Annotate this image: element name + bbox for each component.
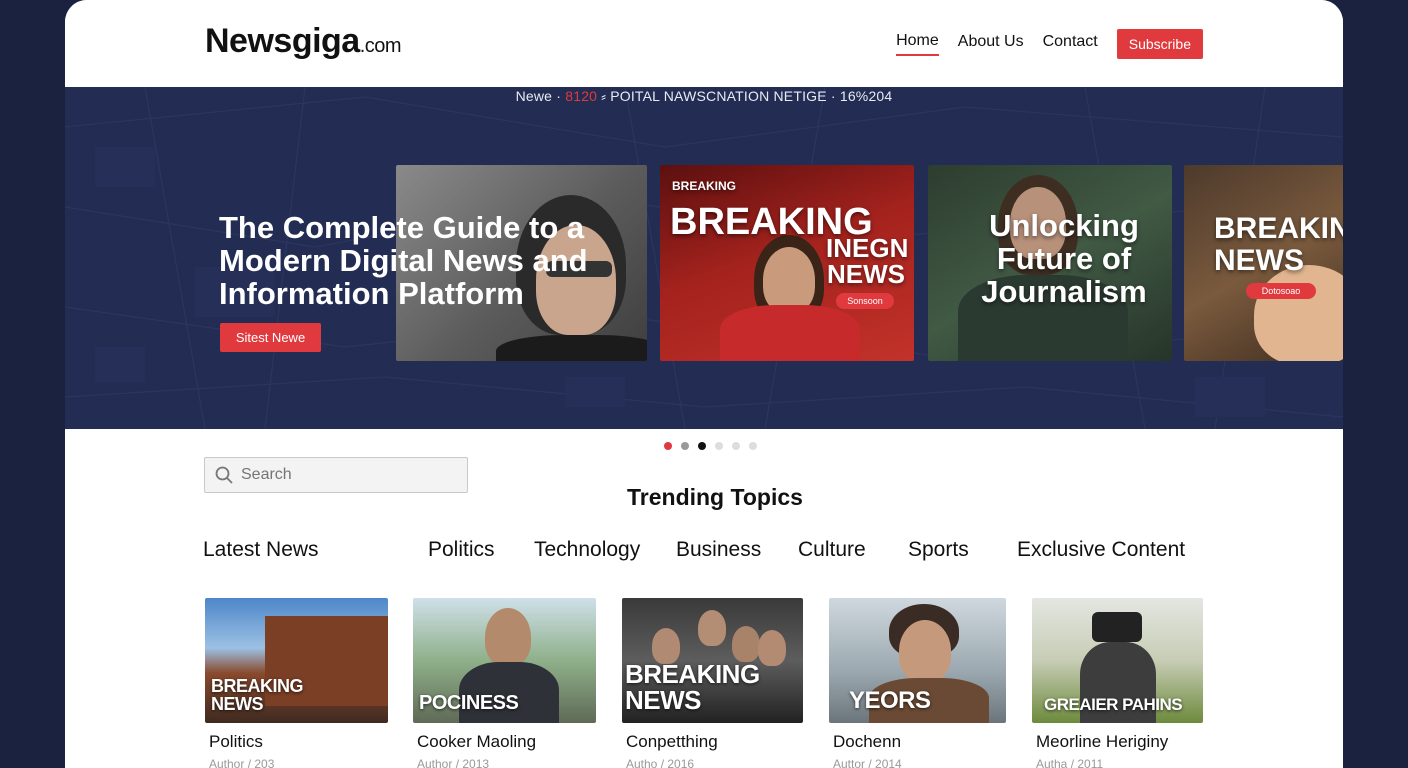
- card-tag: BREAKING: [672, 179, 737, 193]
- hero-card-journalism[interactable]: Unlocking Future of Journalism: [928, 165, 1172, 361]
- figure-face: [763, 247, 815, 313]
- carousel-dot[interactable]: [749, 442, 757, 450]
- hero-banner: Newe · 8120 ⸗ POITAL NAWSCNATION NETIGE …: [65, 87, 1343, 429]
- nav-contact-link[interactable]: Contact: [1043, 33, 1098, 55]
- article-title[interactable]: Conpetthing: [626, 732, 803, 752]
- figure-face: [698, 610, 726, 646]
- category-business[interactable]: Business: [676, 538, 761, 562]
- article-card[interactable]: BREAKING NEWS Conpetthing Autho / 2016: [622, 598, 803, 768]
- card-subheadline: INEGN NEWS: [826, 233, 909, 289]
- article-card[interactable]: BREAKING NEWS Politics Author / 203: [205, 598, 388, 768]
- subscribe-button[interactable]: Subscribe: [1116, 29, 1203, 59]
- site-logo[interactable]: Newsgiga.com: [205, 22, 402, 61]
- nav-home-link[interactable]: Home: [896, 32, 939, 56]
- ticker-prefix: Newe ·: [515, 88, 566, 104]
- card-headline: BREAKING NEWS: [1214, 212, 1343, 277]
- article-overlay: YEORS: [849, 687, 931, 714]
- article-meta: Autho / 2016: [626, 757, 695, 768]
- category-latest-news[interactable]: Latest News: [203, 538, 319, 562]
- article-meta: Autha / 2011: [1036, 757, 1104, 768]
- article-image[interactable]: BREAKING NEWS: [205, 598, 388, 723]
- trending-title: Trending Topics: [627, 484, 803, 510]
- article-image[interactable]: GREAIER PAHINS: [1032, 598, 1203, 723]
- category-technology[interactable]: Technology: [534, 538, 640, 562]
- category-nav: Latest News Politics Technology Business…: [65, 538, 1343, 568]
- category-culture[interactable]: Culture: [798, 538, 866, 562]
- figure-face: [485, 608, 531, 666]
- search-input[interactable]: [241, 466, 461, 484]
- article-card[interactable]: POCINESS Cooker Maoling Author / 2013: [413, 598, 596, 768]
- article-overlay: GREAIER PAHINS: [1044, 695, 1183, 714]
- article-meta: Author / 203: [209, 757, 275, 768]
- category-exclusive-content[interactable]: Exclusive Content: [1017, 538, 1185, 562]
- hero-card-breaking-news[interactable]: BREAKING NEWS Dotosoao: [1184, 165, 1343, 361]
- main-nav: Home About Us Contact Subscribe: [896, 29, 1203, 59]
- article-image[interactable]: YEORS: [829, 598, 1006, 723]
- figure-jacket: [720, 305, 860, 361]
- card-headline: Unlocking Future of Journalism: [981, 208, 1147, 309]
- carousel-dot[interactable]: [681, 442, 689, 450]
- article-title[interactable]: Politics: [209, 732, 388, 752]
- carousel-dot-active[interactable]: [698, 442, 706, 450]
- article-overlay: BREAKING NEWS: [211, 676, 304, 714]
- nav-about-link[interactable]: About Us: [958, 33, 1024, 55]
- article-meta: Auttor / 2014: [833, 757, 902, 768]
- hero-title: The Complete Guide to a Modern Digital N…: [219, 210, 588, 311]
- article-image[interactable]: POCINESS: [413, 598, 596, 723]
- carousel-dots: [664, 442, 757, 450]
- carousel-dot[interactable]: [664, 442, 672, 450]
- figure-face: [899, 620, 951, 682]
- search-icon: [215, 466, 233, 484]
- article-overlay: BREAKING NEWS: [625, 659, 760, 715]
- category-sports[interactable]: Sports: [908, 538, 969, 562]
- article-title[interactable]: Meorline Heriginy: [1036, 732, 1203, 752]
- article-card[interactable]: GREAIER PAHINS Meorline Heriginy Autha /…: [1032, 598, 1203, 768]
- article-image[interactable]: BREAKING NEWS: [622, 598, 803, 723]
- ticker-highlight: 8120: [565, 88, 598, 104]
- logo-name: Newsgiga: [205, 22, 360, 60]
- hero-cta-button[interactable]: Sitest Newe: [220, 323, 321, 352]
- site-header: Newsgiga.com Home About Us Contact Subsc…: [65, 0, 1343, 87]
- search-box[interactable]: [204, 457, 468, 493]
- article-card[interactable]: YEORS Dochenn Auttor / 2014: [829, 598, 1006, 768]
- card-pill[interactable]: Sonsoon: [836, 293, 894, 309]
- card-pill[interactable]: Dotosoao: [1246, 283, 1316, 299]
- carousel-dot[interactable]: [732, 442, 740, 450]
- article-title[interactable]: Cooker Maoling: [417, 732, 596, 752]
- figure-face: [732, 626, 760, 662]
- portrait-shoulders: [496, 335, 647, 361]
- hero-card-breaking[interactable]: BREAKING BREAKING INEGN NEWS Sonsoon: [660, 165, 914, 361]
- article-overlay: POCINESS: [419, 692, 519, 714]
- hands-shape: [1254, 265, 1343, 361]
- category-politics[interactable]: Politics: [428, 538, 495, 562]
- binoculars-icon: [1092, 612, 1142, 642]
- carousel-dot[interactable]: [715, 442, 723, 450]
- news-ticker: Newe · 8120 ⸗ POITAL NAWSCNATION NETIGE …: [65, 88, 1343, 104]
- article-meta: Author / 2013: [417, 757, 490, 768]
- article-title[interactable]: Dochenn: [833, 732, 1006, 752]
- page-container: Newsgiga.com Home About Us Contact Subsc…: [65, 0, 1343, 768]
- logo-tld: .com: [359, 35, 402, 57]
- ticker-suffix: ⸗ POITAL NAWSCNATION NETIGE · 16%204: [597, 88, 893, 104]
